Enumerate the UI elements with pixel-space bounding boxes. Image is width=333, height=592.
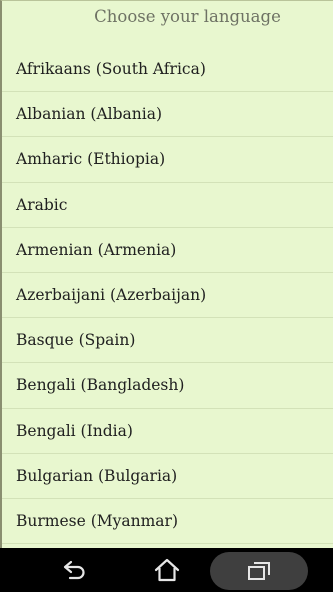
language-item[interactable]: Bengali (Bangladesh) (2, 363, 333, 409)
language-item[interactable]: Azerbaijani (Azerbaijan) (2, 273, 333, 319)
language-item[interactable]: Albanian (Albania) (2, 92, 333, 138)
dialog-title: Choose your language (94, 7, 281, 26)
screen: Choose your language Afrikaans (South Af… (0, 0, 333, 592)
language-item[interactable]: Amharic (Ethiopia) (2, 137, 333, 183)
language-item[interactable]: Arabic (2, 183, 333, 228)
language-item[interactable]: Basque (Spain) (2, 318, 333, 364)
home-button[interactable] (127, 548, 207, 592)
language-item[interactable]: Burmese (Myanmar) (2, 499, 333, 545)
language-item[interactable]: Bulgarian (Bulgaria) (2, 454, 333, 499)
language-list[interactable]: Afrikaans (South Africa) Albanian (Alban… (2, 47, 333, 545)
recent-apps-icon (246, 560, 272, 582)
navigation-bar (0, 548, 333, 592)
language-item[interactable]: Armenian (Armenia) (2, 228, 333, 273)
back-button[interactable] (35, 548, 115, 592)
back-arrow-icon (62, 559, 88, 581)
recent-apps-button[interactable] (210, 552, 308, 590)
home-icon (154, 558, 180, 582)
language-item[interactable]: Afrikaans (South Africa) (2, 47, 333, 93)
language-item[interactable]: Bengali (India) (2, 409, 333, 454)
language-dialog: Choose your language Afrikaans (South Af… (0, 0, 333, 548)
